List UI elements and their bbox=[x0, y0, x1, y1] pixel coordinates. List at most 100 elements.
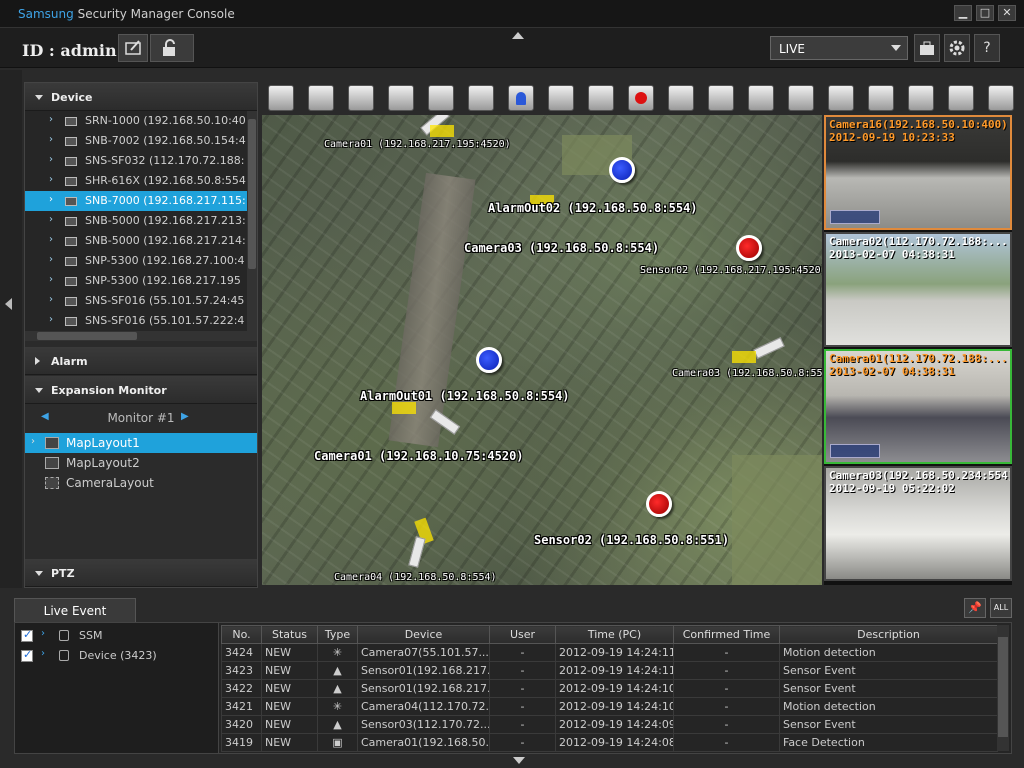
expand-icon[interactable]: › bbox=[49, 294, 53, 305]
layout-grid-icon[interactable] bbox=[388, 85, 414, 111]
speaker-icon[interactable] bbox=[708, 85, 734, 111]
expand-icon[interactable]: › bbox=[49, 194, 53, 205]
expand-icon[interactable]: › bbox=[49, 114, 53, 125]
record-icon[interactable] bbox=[628, 85, 654, 111]
map-label[interactable]: Sensor02 (192.168.50.8:551) bbox=[534, 533, 729, 547]
table-row[interactable]: 3422 NEW ▲ Sensor01(192.168.217.... - 20… bbox=[221, 679, 998, 698]
device-item[interactable]: › SNP-5300 (192.168.27.100:4 bbox=[25, 251, 247, 271]
map-camera-icon[interactable] bbox=[408, 536, 426, 568]
zoom-in-icon[interactable] bbox=[828, 85, 854, 111]
scroll-thumb[interactable] bbox=[37, 332, 137, 340]
table-row[interactable]: 3419 NEW ▣ Camera01(192.168.50.... - 201… bbox=[221, 733, 998, 752]
camera-tile[interactable]: Camera02(112.170.72.188:... 2013-02-07 04… bbox=[824, 232, 1012, 347]
map-label[interactable]: AlarmOut02 (192.168.50.8:554) bbox=[488, 201, 698, 215]
map-camera-icon[interactable] bbox=[753, 337, 785, 359]
prev-monitor-icon[interactable]: ◀ bbox=[41, 411, 49, 422]
device-section-header[interactable]: Device bbox=[25, 83, 257, 111]
checkbox[interactable] bbox=[21, 628, 33, 642]
device-item[interactable]: › SNB-5000 (192.168.217.213: bbox=[25, 211, 247, 231]
alarm-section-header[interactable]: Alarm bbox=[25, 347, 257, 375]
help-button[interactable]: ? bbox=[974, 34, 1000, 62]
alarm-output-pin[interactable] bbox=[609, 157, 635, 183]
camera-tile-controls[interactable] bbox=[830, 210, 880, 224]
lock-icon[interactable] bbox=[150, 34, 194, 62]
expand-icon[interactable]: › bbox=[49, 254, 53, 265]
map-label[interactable]: Sensor02 (192.168.217.195:4520) bbox=[640, 265, 822, 276]
windows-icon[interactable] bbox=[428, 85, 454, 111]
layout-item-maplayout2[interactable]: MapLayout2 bbox=[25, 453, 257, 473]
expand-icon[interactable]: › bbox=[49, 174, 53, 185]
monitor-split-icon[interactable] bbox=[308, 85, 334, 111]
scroll-thumb[interactable] bbox=[998, 637, 1008, 737]
ptz-section-header[interactable]: PTZ bbox=[25, 559, 257, 587]
maximize-button[interactable]: □ bbox=[976, 5, 994, 21]
column-header[interactable]: User bbox=[489, 625, 556, 644]
alarm-light-icon[interactable] bbox=[508, 85, 534, 111]
device-item[interactable]: › SNS-SF032 (112.170.72.188: bbox=[25, 151, 247, 171]
expand-icon[interactable]: › bbox=[49, 314, 53, 325]
device-item[interactable]: › SNB-7002 (192.168.50.154:4 bbox=[25, 131, 247, 151]
scroll-thumb[interactable] bbox=[248, 119, 256, 269]
table-row[interactable]: 3420 NEW ▲ Sensor03(112.170.72.... - 201… bbox=[221, 715, 998, 734]
edit-user-icon[interactable] bbox=[118, 34, 148, 62]
device-item[interactable]: › SNS-SF016 (55.101.57.24:45 bbox=[25, 291, 247, 311]
device-list-hscrollbar[interactable] bbox=[25, 331, 257, 341]
table-row[interactable]: 3424 NEW ✳ Camera07(55.101.57.... - 2012… bbox=[221, 643, 998, 662]
map-label[interactable]: Camera01 (192.168.10.75:4520) bbox=[314, 449, 524, 463]
minimize-button[interactable]: ▁ bbox=[954, 5, 972, 21]
sensor-pin[interactable] bbox=[736, 235, 762, 261]
column-header[interactable]: Type bbox=[317, 625, 358, 644]
brightness-icon[interactable] bbox=[948, 85, 974, 111]
close-button[interactable]: ✕ bbox=[998, 5, 1016, 21]
left-panel-collapse[interactable] bbox=[0, 70, 22, 588]
next-monitor-icon[interactable]: ▶ bbox=[181, 411, 189, 422]
device-item[interactable]: › SNP-5300 (192.168.217.195 bbox=[25, 271, 247, 291]
device-item[interactable]: › SRN-1000 (192.168.50.10:40 bbox=[25, 111, 247, 131]
toolbox-button[interactable] bbox=[914, 34, 940, 62]
table-row[interactable]: 3421 NEW ✳ Camera04(112.170.72.... - 201… bbox=[221, 697, 998, 716]
sensor-pin[interactable] bbox=[646, 491, 672, 517]
layout-4-icon[interactable] bbox=[348, 85, 374, 111]
tree-item-device[interactable]: › Device (3423) bbox=[21, 647, 157, 665]
zoom-fit-icon[interactable] bbox=[908, 85, 934, 111]
playback-icon[interactable] bbox=[668, 85, 694, 111]
expansion-monitor-header[interactable]: Expansion Monitor bbox=[25, 376, 257, 404]
column-header[interactable]: Confirmed Time bbox=[673, 625, 780, 644]
camera-snapshot-icon[interactable] bbox=[548, 85, 574, 111]
column-header[interactable]: Status bbox=[261, 625, 318, 644]
checkbox[interactable] bbox=[21, 648, 33, 662]
microphone-icon[interactable] bbox=[788, 85, 814, 111]
column-header[interactable]: Description bbox=[779, 625, 998, 644]
settings-gear-icon[interactable] bbox=[944, 34, 970, 62]
column-header[interactable]: Time (PC) bbox=[555, 625, 674, 644]
column-header[interactable]: Device bbox=[357, 625, 490, 644]
camera-tile-controls[interactable] bbox=[830, 444, 880, 458]
map-label[interactable]: Camera04 (192.168.50.8:554) bbox=[334, 572, 497, 583]
expand-icon[interactable]: › bbox=[49, 274, 53, 285]
map-view[interactable]: Camera01 (192.168.217.195:4520) AlarmOut… bbox=[262, 115, 822, 585]
expand-icon[interactable]: › bbox=[49, 154, 53, 165]
map-label[interactable]: Camera03 (192.168.50.8:55 bbox=[672, 368, 822, 379]
layout-item-maplayout1[interactable]: › MapLayout1 bbox=[25, 433, 257, 453]
camera-tile[interactable]: Camera01(112.170.72.188:... 2013-02-07 04… bbox=[824, 349, 1012, 464]
layout-item-cameralayout[interactable]: CameraLayout bbox=[25, 473, 257, 493]
alarm-output-pin[interactable] bbox=[476, 347, 502, 373]
expand-icon[interactable]: › bbox=[41, 648, 45, 659]
volume-icon[interactable] bbox=[748, 85, 774, 111]
display-icon[interactable] bbox=[468, 85, 494, 111]
camera-tile[interactable]: Camera16(192.168.50.10:400) 2012-09-19 10… bbox=[824, 115, 1012, 230]
table-row[interactable]: 3423 NEW ▲ Sensor01(192.168.217.... - 20… bbox=[221, 661, 998, 680]
contrast-icon[interactable] bbox=[988, 85, 1014, 111]
tab-live-event[interactable]: Live Event bbox=[14, 598, 136, 622]
expand-icon[interactable]: › bbox=[49, 134, 53, 145]
map-label[interactable]: Camera01 (192.168.217.195:4520) bbox=[324, 139, 511, 150]
zoom-out-icon[interactable] bbox=[868, 85, 894, 111]
device-item[interactable]: › SNS-SF016 (55.101.57.222:4 bbox=[25, 311, 247, 331]
clear-all-button[interactable]: ALL bbox=[990, 598, 1012, 618]
pin-button[interactable]: 📌 bbox=[964, 598, 986, 618]
map-label[interactable]: Camera03 (192.168.50.8:554) bbox=[464, 241, 659, 255]
collapse-down-icon[interactable] bbox=[513, 757, 525, 764]
expand-icon[interactable]: › bbox=[49, 234, 53, 245]
device-item[interactable]: › SNB-5000 (192.168.217.214: bbox=[25, 231, 247, 251]
camera-tile[interactable]: Camera03(192.168.50.234:554) 2012-09-19 0… bbox=[824, 466, 1012, 581]
